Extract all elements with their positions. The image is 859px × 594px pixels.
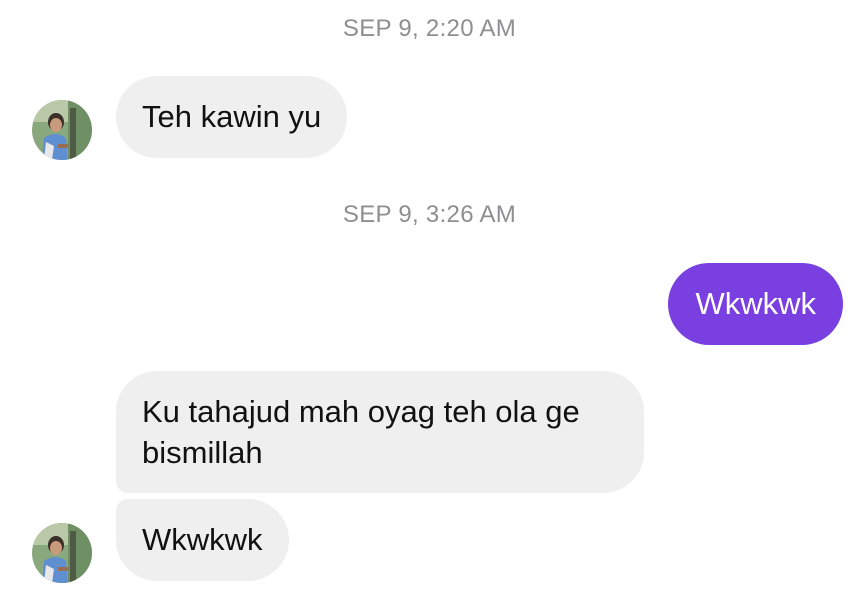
contact-avatar[interactable] — [32, 523, 92, 583]
avatar-photo-icon — [32, 523, 92, 583]
incoming-message-bubble[interactable]: Teh kawin yu — [116, 76, 348, 158]
contact-avatar[interactable] — [32, 100, 92, 160]
incoming-message-bubble[interactable]: Ku tahajud mah oyag teh ola ge bismillah — [116, 371, 644, 493]
avatar-photo-icon — [32, 100, 92, 160]
incoming-message-bubble[interactable]: Wkwkwk — [116, 499, 289, 581]
outgoing-message-bubble[interactable]: Wkwkwk — [668, 263, 843, 345]
timestamp: SEP 9, 2:20 AM — [342, 15, 517, 42]
timestamp: SEP 9, 3:26 AM — [342, 201, 517, 228]
